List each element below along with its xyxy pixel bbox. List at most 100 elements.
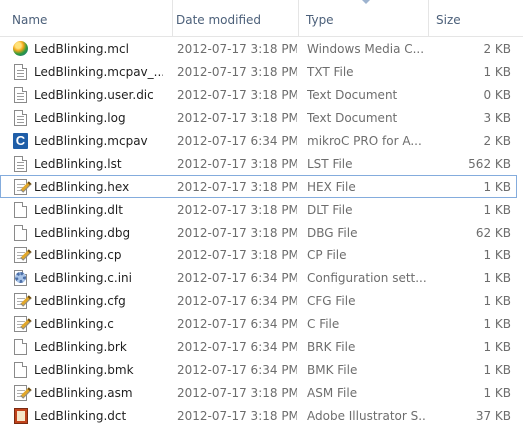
blank-document-icon bbox=[13, 201, 29, 219]
file-size-cell: 62 KB bbox=[475, 225, 511, 240]
file-name: LedBlinking.mcl bbox=[34, 42, 129, 57]
file-row[interactable]: LedBlinking.cp 2012-07-17 3:18 PM CP File 1… bbox=[0, 244, 517, 267]
file-list: LedBlinking.mcl 2012-07-17 3:18 PM Windows… bbox=[0, 38, 523, 427]
file-size-cell: 1 KB bbox=[483, 317, 511, 332]
file-name: LedBlinking.lst bbox=[34, 156, 122, 171]
file-row[interactable]: LedBlinking.cfg 2012-07-17 6:34 PM CFG Fil… bbox=[0, 290, 517, 313]
blank-document-icon bbox=[13, 338, 29, 356]
name-cell: LedBlinking.c.ini bbox=[13, 268, 163, 289]
file-type-cell: mikroC PRO for A... bbox=[307, 134, 422, 148]
file-row[interactable]: LedBlinking.mcpav_... 2012-07-17 3:18 PM T… bbox=[0, 61, 517, 84]
blank-document-icon bbox=[13, 224, 29, 242]
file-size-cell: 1 KB bbox=[483, 248, 511, 263]
file-type-cell: Windows Media C... bbox=[307, 42, 425, 57]
name-cell: LedBlinking.cp bbox=[13, 245, 163, 266]
file-row[interactable]: LedBlinking.brk 2012-07-17 6:34 PM BRK Fil… bbox=[0, 336, 517, 359]
edit-document-icon bbox=[13, 292, 29, 310]
column-header-name[interactable]: Name bbox=[4, 0, 172, 36]
file-size-cell: 1 KB bbox=[483, 362, 511, 377]
file-row[interactable]: LedBlinking.lst 2012-07-17 3:18 PM LST Fil… bbox=[0, 152, 517, 175]
date-modified-cell: 2012-07-17 6:34 PM bbox=[177, 271, 297, 286]
file-row[interactable]: C LedBlinking.mcpav 2012-07-17 6:34 PM mikr… bbox=[0, 130, 517, 153]
file-name: LedBlinking.mcpav bbox=[34, 134, 148, 148]
edit-document-icon bbox=[13, 178, 29, 196]
file-type-cell: BRK File bbox=[307, 340, 356, 355]
file-size-cell: 3 KB bbox=[483, 111, 511, 126]
file-row[interactable]: LedBlinking.c 2012-07-17 6:34 PM C File 1 K… bbox=[0, 313, 517, 336]
name-cell: C LedBlinking.mcpav bbox=[13, 131, 163, 152]
file-row[interactable]: LedBlinking.log 2012-07-17 3:18 PM Text Do… bbox=[0, 107, 517, 130]
date-modified-cell: 2012-07-17 3:18 PM bbox=[177, 42, 297, 57]
date-modified-cell: 2012-07-17 6:34 PM bbox=[177, 362, 297, 377]
edit-document-icon bbox=[13, 384, 29, 402]
file-name: LedBlinking.user.dic bbox=[34, 88, 154, 103]
file-size-cell: 1 KB bbox=[483, 179, 511, 194]
name-cell: LedBlinking.cfg bbox=[13, 291, 163, 312]
file-size-cell: 1 KB bbox=[483, 294, 511, 309]
file-type-cell: LST File bbox=[307, 156, 353, 171]
column-header-type[interactable]: Type bbox=[298, 0, 428, 36]
file-type-cell: Text Document bbox=[307, 88, 398, 103]
file-type-cell: BMK File bbox=[307, 362, 358, 377]
file-name: LedBlinking.mcpav_... bbox=[34, 65, 163, 80]
file-size-cell: 562 KB bbox=[468, 156, 511, 171]
file-type-cell: Text Document bbox=[307, 111, 398, 126]
file-type-cell: Configuration sett... bbox=[307, 271, 427, 286]
file-name: LedBlinking.dct bbox=[34, 408, 127, 423]
file-size-cell: 1 KB bbox=[483, 271, 511, 286]
file-size-cell: 2 KB bbox=[483, 134, 511, 148]
file-name: LedBlinking.c bbox=[34, 317, 114, 332]
column-header-date-modified[interactable]: Date modified bbox=[168, 0, 298, 36]
file-row[interactable]: LedBlinking.c.ini 2012-07-17 6:34 PM Confi… bbox=[0, 267, 517, 290]
file-type-cell: DBG File bbox=[307, 225, 358, 240]
name-cell: LedBlinking.log bbox=[13, 108, 163, 129]
date-modified-cell: 2012-07-17 3:18 PM bbox=[177, 179, 297, 194]
file-name: LedBlinking.bmk bbox=[34, 362, 134, 377]
file-row[interactable]: LedBlinking.dbg 2012-07-17 3:18 PM DBG Fil… bbox=[0, 221, 517, 244]
name-cell: LedBlinking.hex bbox=[13, 176, 163, 197]
column-header-size[interactable]: Size bbox=[428, 0, 518, 36]
file-row[interactable]: LedBlinking.user.dic 2012-07-17 3:18 PM Te… bbox=[0, 84, 517, 107]
edit-document-icon bbox=[13, 246, 29, 264]
file-size-cell: 0 KB bbox=[483, 88, 511, 103]
name-cell: LedBlinking.user.dic bbox=[13, 85, 163, 106]
column-header-bar: Name Date modified Type Size bbox=[0, 0, 523, 37]
date-modified-cell: 2012-07-17 3:18 PM bbox=[177, 225, 297, 240]
name-cell: LedBlinking.asm bbox=[13, 382, 163, 403]
file-name: LedBlinking.brk bbox=[34, 340, 127, 355]
file-row[interactable]: LedBlinking.hex 2012-07-17 3:18 PM HEX Fil… bbox=[0, 175, 517, 199]
date-modified-cell: 2012-07-17 6:34 PM bbox=[177, 294, 297, 309]
file-row[interactable]: LedBlinking.bmk 2012-07-17 6:34 PM BMK Fil… bbox=[0, 358, 517, 381]
date-modified-cell: 2012-07-17 3:18 PM bbox=[177, 88, 297, 103]
date-modified-cell: 2012-07-17 3:18 PM bbox=[177, 408, 297, 423]
settings-gear-icon bbox=[13, 269, 29, 287]
file-size-cell: 1 KB bbox=[483, 202, 511, 217]
name-cell: LedBlinking.dbg bbox=[13, 222, 163, 243]
file-name: LedBlinking.c.ini bbox=[34, 271, 132, 286]
date-modified-cell: 2012-07-17 3:18 PM bbox=[177, 385, 297, 400]
media-player-icon bbox=[13, 40, 29, 58]
name-cell: LedBlinking.bmk bbox=[13, 359, 163, 380]
date-modified-cell: 2012-07-17 3:18 PM bbox=[177, 202, 297, 217]
file-row[interactable]: LedBlinking.dlt 2012-07-17 3:18 PM DLT Fil… bbox=[0, 198, 517, 221]
file-size-cell: 37 KB bbox=[475, 408, 511, 423]
file-size-cell: 1 KB bbox=[483, 340, 511, 355]
file-row[interactable]: LedBlinking.asm 2012-07-17 3:18 PM ASM Fil… bbox=[0, 381, 517, 404]
file-name: LedBlinking.log bbox=[34, 111, 126, 126]
file-row[interactable]: LedBlinking.dct 2012-07-17 3:18 PM Adobe I… bbox=[0, 404, 517, 427]
date-modified-cell: 2012-07-17 3:18 PM bbox=[177, 111, 297, 126]
date-modified-cell: 2012-07-17 6:34 PM bbox=[177, 317, 297, 332]
text-document-icon bbox=[13, 86, 29, 104]
file-type-cell: ASM File bbox=[307, 385, 358, 400]
file-type-cell: TXT File bbox=[307, 65, 354, 80]
name-cell: LedBlinking.dct bbox=[13, 405, 163, 426]
file-size-cell: 2 KB bbox=[483, 42, 511, 57]
name-cell: LedBlinking.dlt bbox=[13, 199, 163, 220]
file-type-cell: C File bbox=[307, 317, 340, 332]
file-type-cell: CFG File bbox=[307, 294, 356, 309]
name-cell: LedBlinking.mcl bbox=[13, 39, 163, 60]
file-type-cell: Adobe Illustrator S... bbox=[307, 408, 427, 423]
file-row[interactable]: LedBlinking.mcl 2012-07-17 3:18 PM Windows… bbox=[0, 38, 517, 61]
name-cell: LedBlinking.mcpav_... bbox=[13, 62, 163, 83]
file-type-cell: DLT File bbox=[307, 202, 353, 217]
